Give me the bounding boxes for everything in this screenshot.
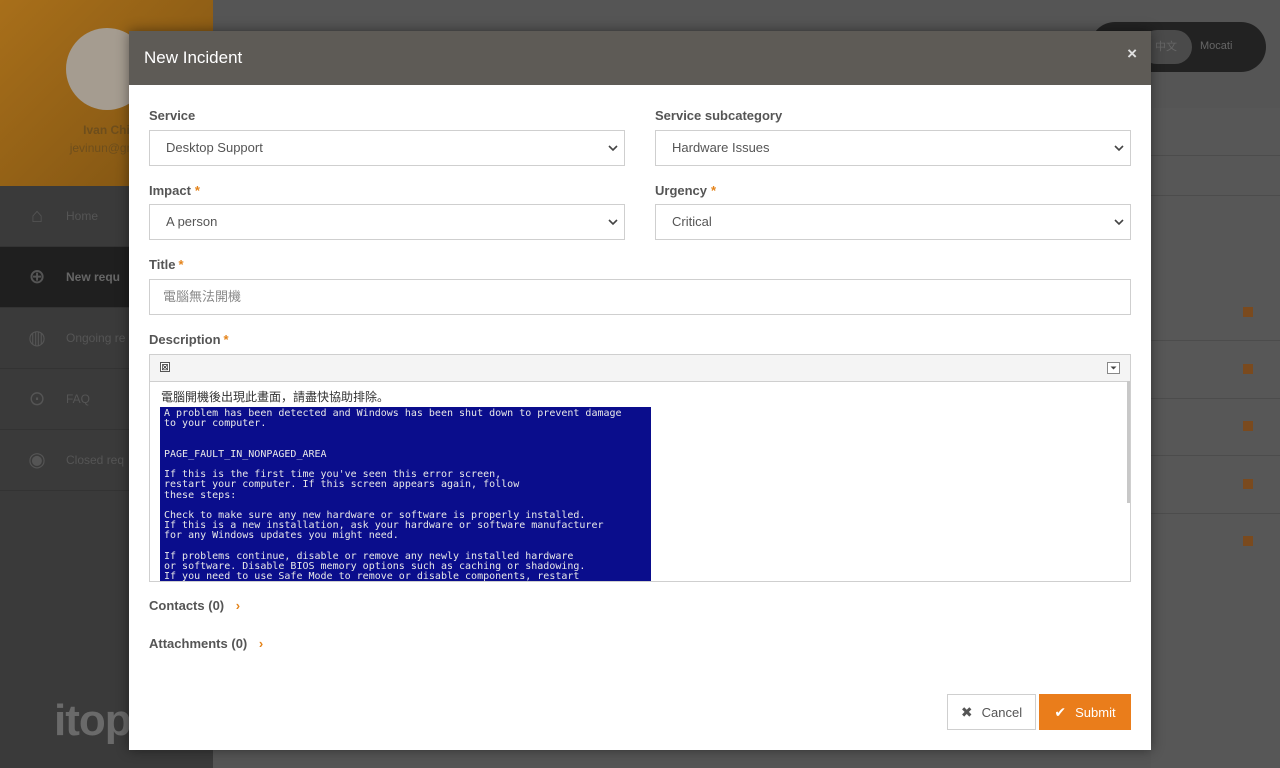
required-marker: * (711, 183, 717, 198)
home-icon: ⌂ (30, 205, 44, 227)
plus-circle-icon: ⊕ (28, 266, 46, 288)
sidebar-item-label: New requ (66, 270, 121, 284)
required-marker: * (223, 332, 229, 347)
subcategory-label: Service subcategory (655, 108, 783, 123)
chevron-down-icon (1114, 219, 1124, 226)
editor-content[interactable]: 電腦開機後出現此畫面，請盡快協助排除。 A problem has been d… (150, 381, 1130, 581)
attachments-label: Attachments (149, 636, 228, 651)
list-divider (1151, 340, 1280, 341)
priority-flag-icon (1243, 479, 1253, 489)
list-divider (1151, 513, 1280, 514)
request-list-panel (1151, 108, 1280, 768)
chevron-right-icon: › (258, 636, 264, 651)
impact-value: A person (166, 214, 218, 229)
language-option[interactable]: Mocati (1200, 40, 1232, 52)
editor-scrollbar[interactable] (1127, 381, 1130, 503)
closed-icon: ◉ (28, 449, 46, 471)
error-screenshot-line: for any Windows updates you might need. (164, 530, 399, 542)
sidebar-item-label: FAQ (66, 392, 91, 406)
chevron-down-icon (608, 145, 618, 152)
service-label: Service (149, 108, 196, 123)
sidebar-item-label: Home (66, 209, 99, 223)
chevron-down-icon (1110, 366, 1117, 370)
list-divider (1151, 155, 1280, 156)
editor-toolbar: ⊠ (150, 355, 1130, 382)
attachments-section-toggle[interactable]: Attachments (0) › (149, 636, 263, 651)
impact-label-text: Impact (149, 183, 191, 198)
title-input[interactable]: 電腦無法開機 (149, 279, 1131, 315)
priority-flag-icon (1243, 421, 1253, 431)
priority-flag-icon (1243, 307, 1253, 317)
service-value: Desktop Support (166, 140, 263, 155)
contacts-label: Contacts (149, 598, 205, 613)
editor-tool-button[interactable]: ⊠ (160, 362, 170, 372)
ongoing-icon: ◍ (28, 327, 46, 349)
subcategory-select[interactable]: Hardware Issues (655, 130, 1131, 166)
submit-button[interactable]: ✔ Submit (1039, 694, 1131, 730)
description-text: 電腦開機後出現此畫面，請盡快協助排除。 (161, 390, 390, 404)
cancel-button[interactable]: ✖ Cancel (947, 694, 1036, 730)
sidebar-item-label: Closed req (66, 453, 125, 467)
submit-label: Submit (1075, 704, 1116, 720)
service-select[interactable]: Desktop Support (149, 130, 625, 166)
urgency-value: Critical (672, 214, 712, 229)
list-divider (1151, 195, 1280, 196)
impact-select[interactable]: A person (149, 204, 625, 240)
description-editor[interactable]: ⊠ 電腦開機後出現此畫面，請盡快協助排除。 A problem has been… (149, 354, 1131, 582)
editor-menu-toggle[interactable] (1107, 362, 1120, 374)
list-divider (1151, 455, 1280, 456)
required-marker: * (178, 257, 184, 272)
error-screenshot-line (164, 429, 647, 439)
error-screenshot-line: to your computer. (164, 418, 267, 430)
close-icon[interactable]: × (1127, 44, 1137, 64)
subcategory-value: Hardware Issues (672, 140, 770, 155)
urgency-select[interactable]: Critical (655, 204, 1131, 240)
chevron-down-icon (608, 219, 618, 226)
contacts-count: (0) (208, 598, 225, 613)
title-label-text: Title (149, 257, 176, 272)
error-screenshot-line: these steps: (164, 489, 237, 501)
priority-flag-icon (1243, 536, 1253, 546)
faq-icon: ⊙ (28, 388, 46, 410)
check-icon: ✔ (1054, 703, 1067, 720)
chevron-down-icon (1114, 145, 1124, 152)
error-screenshot: A problem has been detected and Windows … (160, 407, 651, 581)
modal-header: New Incident × (129, 31, 1151, 85)
urgency-label-text: Urgency (655, 183, 708, 198)
error-screenshot-line: restart your computer. If this screen ap… (164, 479, 520, 491)
description-label: Description * (149, 332, 229, 347)
contacts-section-toggle[interactable]: Contacts (0) › (149, 598, 240, 613)
title-label: Title * (149, 257, 184, 272)
attachments-count: (0) (231, 636, 248, 651)
description-label-text: Description (149, 332, 221, 347)
chevron-right-icon: › (235, 598, 241, 613)
impact-label: Impact * (149, 183, 200, 198)
modal-title: New Incident (144, 48, 243, 67)
itop-logo: itop (54, 696, 132, 745)
new-incident-modal: New Incident × Service Desktop Support S… (129, 31, 1151, 750)
priority-flag-icon (1243, 364, 1253, 374)
cancel-label: Cancel (981, 704, 1023, 720)
error-screenshot-line: PAGE_FAULT_IN_NONPAGED_AREA (164, 448, 327, 460)
sidebar-item-label: Ongoing re (66, 331, 126, 345)
urgency-label: Urgency * (655, 183, 716, 198)
required-marker: * (194, 183, 200, 198)
error-screenshot-line: If you need to use Safe Mode to remove o… (164, 571, 580, 581)
close-icon: ✖ (960, 703, 973, 720)
list-divider (1151, 398, 1280, 399)
